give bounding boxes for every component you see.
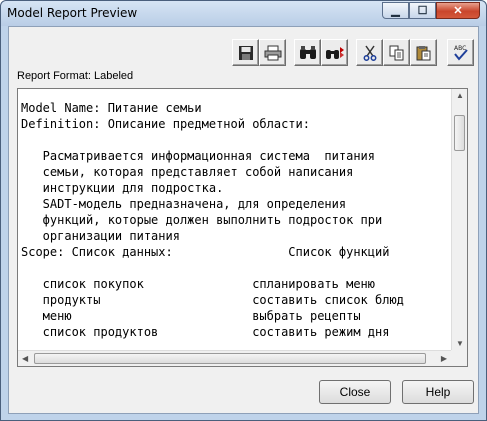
vertical-scrollbar[interactable]: ▲ ▼ [451,89,467,350]
maximize-icon: ☐ [417,5,428,17]
scroll-left-icon[interactable]: ◀ [22,354,28,363]
report-line: функций, которые должен выполнить подрос… [21,213,383,227]
report-line: SADT-модель предназначена, для определен… [21,197,347,211]
report-line: Расматривается информационная система пи… [21,149,376,163]
copy-button[interactable] [383,39,410,66]
report-line: Model Name: Питание семьи [21,101,202,115]
report-line [21,260,451,276]
scroll-corner [451,350,467,366]
find-replace-icon [325,46,344,59]
dialog-client-area: ABC Report Format: Labeled Model Name: П… [8,26,479,414]
scroll-right-icon[interactable]: ▶ [441,354,447,363]
svg-text:ABC: ABC [454,45,466,52]
copy-icon [389,45,403,60]
report-line: Definition: Описание предметной области: [21,117,310,131]
spell-check-icon: ABC [454,45,468,61]
report-line: инструкции для подростка. [21,181,224,195]
report-line: меню выбрать рецепты [21,309,361,323]
save-icon [238,45,253,60]
minimize-button[interactable]: ▁ [382,2,409,19]
close-icon: ✕ [453,5,463,17]
help-button[interactable]: Help [402,380,474,404]
scroll-up-icon[interactable]: ▲ [456,91,464,100]
print-button[interactable] [259,39,286,66]
find-replace-button[interactable] [321,39,348,66]
save-button[interactable] [232,39,259,66]
window-controls: ▁ ☐ ✕ [382,2,480,19]
toolbar-search-group [294,39,348,66]
toolbar-spell-group: ABC [447,39,474,66]
spell-check-button[interactable]: ABC [447,39,474,66]
close-window-button[interactable]: ✕ [436,2,480,19]
report-line: продукты составить список блюд [21,293,404,307]
report-line: Scope: Список данных: Список функций [21,245,390,259]
report-line: организации питания [21,229,180,243]
find-button[interactable] [294,39,321,66]
report-text: Model Name: Питание семьи Definition: Опи… [21,100,451,350]
report-preview-pane[interactable]: Model Name: Питание семьи Definition: Опи… [17,88,468,367]
window-title: Model Report Preview [7,6,138,20]
cut-button[interactable] [356,39,383,66]
report-preview-window: Model Report Preview ▁ ☐ ✕ ABC Report Fo… [0,0,487,421]
scroll-down-icon[interactable]: ▼ [456,339,464,348]
horizontal-scrollbar[interactable]: ◀ ▶ [18,350,451,366]
paste-icon [416,45,430,60]
maximize-button[interactable]: ☐ [409,2,436,19]
toolbar-edit-group [356,39,437,66]
find-icon [299,45,316,59]
report-format-label: Report Format: Labeled [17,70,134,82]
minimize-icon: ▁ [391,5,400,17]
print-icon [264,45,281,60]
horizontal-scroll-thumb[interactable] [34,353,426,364]
report-line [21,132,451,148]
vertical-scroll-thumb[interactable] [454,115,465,151]
report-line: семьи, которая представляет собой написа… [21,165,354,179]
report-line: список покупок спланировать меню [21,277,376,291]
report-line: список продуктов составить режим дня [21,325,390,339]
cut-icon [363,45,376,61]
toolbar-file-group [232,39,286,66]
paste-button[interactable] [410,39,437,66]
title-bar: Model Report Preview ▁ ☐ ✕ [1,1,486,26]
close-button[interactable]: Close [319,380,391,404]
